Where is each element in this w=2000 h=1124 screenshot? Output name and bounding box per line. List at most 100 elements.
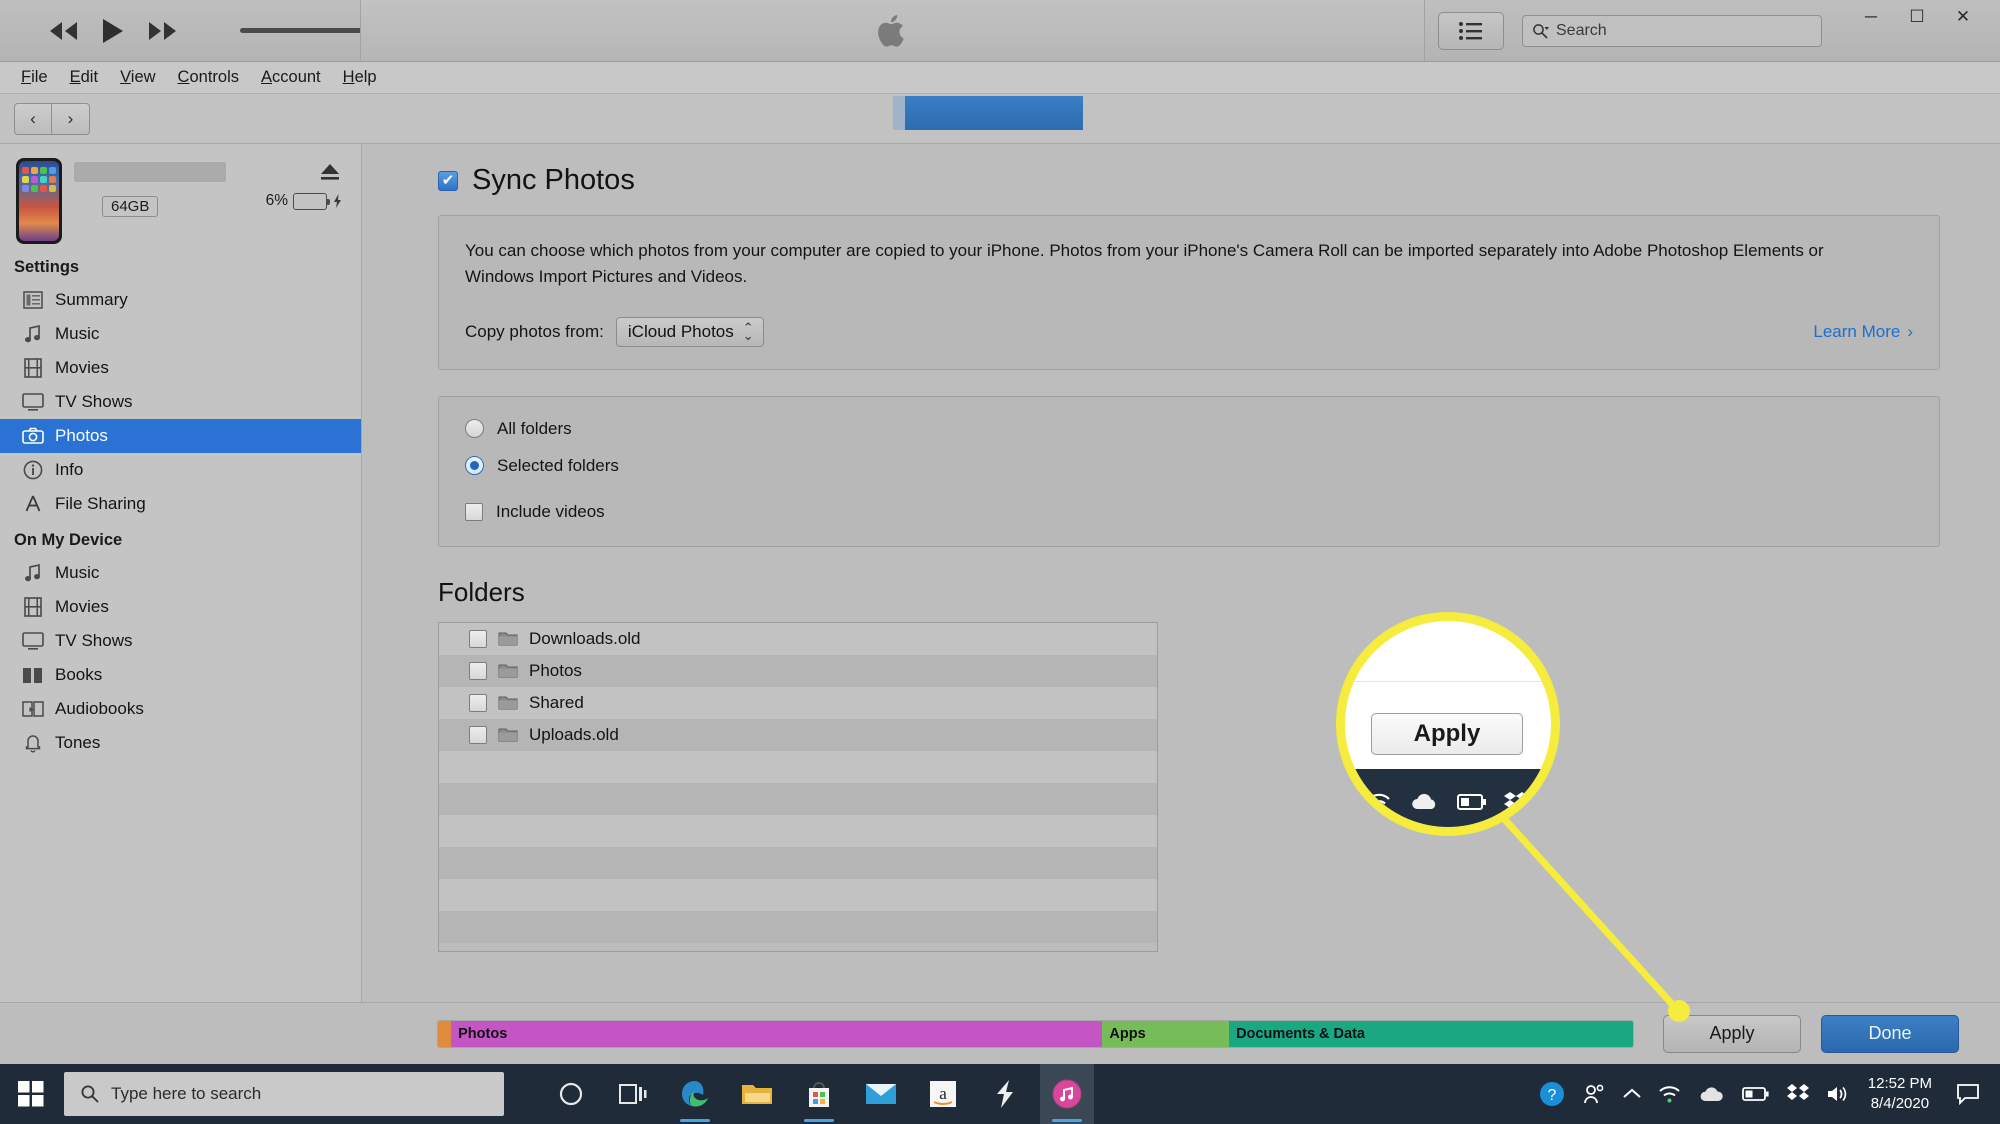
- amazon-icon[interactable]: a: [916, 1064, 970, 1124]
- onedrive-cloud-icon[interactable]: [1698, 1084, 1726, 1104]
- wifi-icon[interactable]: [1658, 1084, 1682, 1104]
- sidebar-item-movies[interactable]: Movies: [0, 590, 361, 624]
- taskbar-clock[interactable]: 12:52 PM 8/4/2020: [1868, 1074, 1932, 1115]
- folder-checkbox[interactable]: [469, 725, 487, 744]
- folder-options-panel: All folders Selected folders Include vid…: [438, 395, 1940, 547]
- sidebar-item-tones[interactable]: Tones: [0, 726, 361, 760]
- all-folders-radio[interactable]: [465, 419, 484, 439]
- folder-row[interactable]: Shared: [439, 686, 1157, 719]
- appstore-a-icon: [22, 493, 44, 515]
- sidebar-item-label: TV Shows: [55, 392, 133, 411]
- sidebar-item-tv-shows[interactable]: TV Shows: [0, 385, 361, 419]
- file-explorer-icon[interactable]: [730, 1064, 784, 1124]
- back-button[interactable]: ‹: [14, 102, 52, 135]
- folder-name: Shared: [529, 692, 584, 712]
- menu-help[interactable]: Help: [332, 65, 388, 90]
- folders-list[interactable]: Downloads.old Photos Shared Uploads.old: [438, 621, 1158, 952]
- sidebar-item-music[interactable]: Music: [0, 317, 361, 351]
- itunes-window: Search ─ ☐ ✕ File Edit View Controls Acc…: [0, 0, 2000, 1124]
- minimize-button[interactable]: ─: [1848, 2, 1894, 32]
- cortana-icon[interactable]: [544, 1064, 598, 1124]
- folder-row[interactable]: Downloads.old: [439, 622, 1157, 655]
- sidebar-item-summary[interactable]: Summary: [0, 283, 361, 317]
- folder-row[interactable]: Photos: [439, 654, 1157, 687]
- sync-photos-row[interactable]: Sync Photos: [438, 164, 1940, 197]
- sidebar-item-file-sharing[interactable]: File Sharing: [0, 487, 361, 521]
- menu-view[interactable]: View: [109, 65, 166, 90]
- iphone-thumbnail: [16, 158, 62, 244]
- menu-controls[interactable]: Controls: [167, 65, 250, 90]
- learn-more-link[interactable]: Learn More ›: [1813, 322, 1913, 342]
- sidebar-item-label: Audiobooks: [55, 699, 144, 718]
- film-icon: [22, 596, 44, 618]
- menu-bar: File Edit View Controls Account Help: [0, 62, 2000, 94]
- folders-heading: Folders: [438, 576, 525, 607]
- sidebar-group-title: On My Device: [14, 531, 123, 549]
- folder-row[interactable]: Uploads.old: [439, 718, 1157, 751]
- player-toolbar: Search ─ ☐ ✕: [0, 0, 2000, 62]
- sidebar-item-audiobooks[interactable]: Audiobooks: [0, 692, 361, 726]
- battery-icon[interactable]: [1741, 1085, 1770, 1103]
- folder-icon: [498, 695, 518, 711]
- sidebar-item-info[interactable]: Info: [0, 453, 361, 487]
- sidebar-item-tv-shows[interactable]: TV Shows: [0, 624, 361, 658]
- microsoft-store-icon[interactable]: [792, 1064, 846, 1124]
- done-button[interactable]: Done: [1821, 1014, 1959, 1053]
- capacity-segment: Apps: [1102, 1020, 1230, 1047]
- folder-checkbox[interactable]: [469, 693, 487, 712]
- lightning-icon[interactable]: [978, 1064, 1032, 1124]
- sidebar-item-music[interactable]: Music: [0, 556, 361, 590]
- sidebar-item-books[interactable]: Books: [0, 658, 361, 692]
- capacity-segment: Documents & Data: [1229, 1020, 1633, 1047]
- windows-start-icon[interactable]: [0, 1064, 62, 1124]
- help-circle-icon[interactable]: ?: [1538, 1080, 1566, 1108]
- volume-icon[interactable]: [1826, 1084, 1852, 1104]
- list-view-button[interactable]: [1438, 12, 1504, 50]
- menu-account[interactable]: Account: [250, 65, 332, 90]
- selected-folders-radio[interactable]: [465, 456, 484, 476]
- folder-row-empty: [439, 910, 1157, 943]
- sidebar-item-photos[interactable]: Photos: [0, 419, 361, 453]
- forward-button[interactable]: ›: [52, 102, 90, 135]
- menu-file[interactable]: File: [10, 65, 59, 90]
- search-input[interactable]: Search: [1522, 15, 1822, 47]
- action-buttons: Apply Done: [1663, 1014, 1959, 1053]
- task-view-icon[interactable]: [606, 1064, 660, 1124]
- menu-edit[interactable]: Edit: [59, 65, 109, 90]
- taskbar-search-input[interactable]: Type here to search: [64, 1072, 504, 1116]
- include-videos-label: Include videos: [496, 501, 605, 521]
- dropbox-icon: [1504, 792, 1528, 808]
- copy-photos-from-select[interactable]: iCloud Photos ⌃ ⌄: [615, 316, 764, 347]
- capacity-segment: Photos: [451, 1020, 1103, 1047]
- option-selected-folders[interactable]: Selected folders: [465, 456, 1913, 476]
- redacted-device-tab[interactable]: [905, 96, 1083, 130]
- edge-icon[interactable]: [668, 1064, 722, 1124]
- people-icon[interactable]: [1582, 1082, 1606, 1106]
- folder-checkbox[interactable]: [469, 629, 487, 648]
- folder-checkbox[interactable]: [469, 661, 487, 680]
- sidebar-item-label: Info: [55, 460, 84, 479]
- chevron-up-icon[interactable]: [1622, 1087, 1642, 1101]
- sidebar-item-label: Music: [55, 324, 100, 343]
- device-capacity: 64GB: [102, 196, 159, 217]
- search-placeholder-text: Search: [1556, 22, 1607, 39]
- include-videos-checkbox[interactable]: [465, 502, 483, 521]
- play-icon[interactable]: [100, 17, 126, 45]
- sidebar-item-movies[interactable]: Movies: [0, 351, 361, 385]
- option-include-videos[interactable]: Include videos: [465, 502, 1913, 522]
- close-button[interactable]: ✕: [1940, 2, 1986, 32]
- itunes-icon[interactable]: [1040, 1064, 1094, 1124]
- chevron-right-icon: ›: [1907, 321, 1913, 341]
- rewind-icon[interactable]: [46, 20, 80, 42]
- maximize-button[interactable]: ☐: [1894, 2, 1940, 32]
- mail-icon[interactable]: [854, 1064, 908, 1124]
- notification-icon[interactable]: [1948, 1064, 1988, 1124]
- sync-photos-checkbox[interactable]: [438, 170, 458, 191]
- magnifier-divider: [1345, 681, 1551, 682]
- fast-forward-icon[interactable]: [146, 20, 180, 42]
- copy-photos-from-value: iCloud Photos: [627, 321, 734, 341]
- list-view-icon: [1459, 22, 1482, 40]
- dropbox-icon[interactable]: [1786, 1083, 1810, 1105]
- eject-icon[interactable]: [319, 162, 341, 187]
- option-all-folders[interactable]: All folders: [465, 419, 1913, 439]
